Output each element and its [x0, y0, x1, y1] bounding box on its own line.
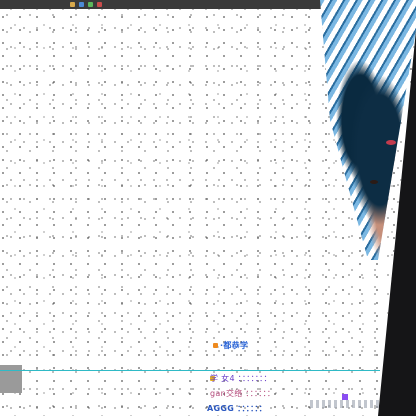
chat-message: AGGG ：：：：：： — [207, 404, 267, 413]
photo-detail — [386, 140, 396, 145]
chat-divider — [0, 370, 380, 371]
watermark-strip — [310, 400, 380, 408]
taskbar-strip — [0, 0, 338, 9]
chat-message: gan交络 ：：：：：： — [210, 389, 276, 398]
app-icon[interactable] — [70, 2, 75, 7]
app-icon[interactable] — [79, 2, 84, 7]
app-icon[interactable] — [97, 2, 102, 7]
user-badge-icon — [213, 343, 218, 348]
chat-message: ·都恭学 — [220, 341, 249, 350]
app-icon[interactable] — [88, 2, 93, 7]
photo-detail — [370, 180, 378, 184]
chat-message: 学 女4 ：：：：：：： — [210, 374, 272, 383]
stream-scene: ·都恭学 学 女4 ：：：：：：： gan交络 ：：：：：： AGGG ：：：：… — [0, 0, 416, 416]
